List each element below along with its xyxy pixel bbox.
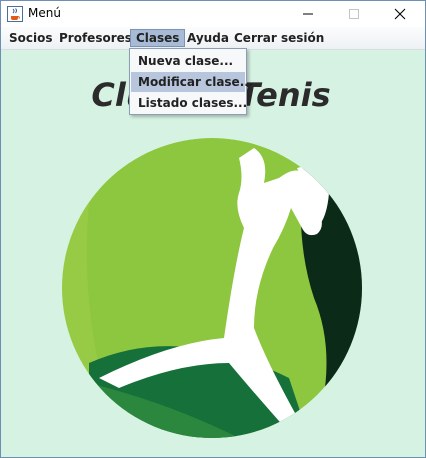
menu-ayuda[interactable]: Ayuda bbox=[182, 29, 234, 47]
minimize-icon bbox=[303, 13, 313, 15]
menu-item-nueva-clase[interactable]: Nueva clase... bbox=[131, 51, 245, 71]
menu-clases[interactable]: Clases bbox=[130, 29, 186, 47]
clases-dropdown-menu: Nueva clase... Modificar clase... Listad… bbox=[129, 48, 253, 115]
title-bar[interactable]: Menú bbox=[1, 1, 425, 27]
maximize-button[interactable] bbox=[331, 1, 377, 27]
menu-socios[interactable]: Socios bbox=[4, 29, 58, 47]
maximize-icon bbox=[349, 9, 359, 19]
menu-item-listado-clases[interactable]: Listado clases... bbox=[131, 93, 247, 113]
app-window: Menú Socios Profesores Clases Ayuda Cerr… bbox=[0, 0, 426, 458]
menu-cerrar-sesion[interactable]: Cerrar sesión bbox=[229, 29, 329, 47]
window-title: Menú bbox=[28, 6, 61, 20]
minimize-button[interactable] bbox=[285, 1, 331, 27]
menu-profesores[interactable]: Profesores bbox=[54, 29, 137, 47]
java-coffee-icon bbox=[7, 6, 23, 22]
menu-bar: Socios Profesores Clases Ayuda Cerrar se… bbox=[1, 27, 425, 50]
close-button[interactable] bbox=[377, 1, 423, 27]
tennis-player-logo bbox=[62, 138, 362, 438]
menu-item-modificar-clase[interactable]: Modificar clase... bbox=[131, 72, 253, 92]
close-icon bbox=[394, 8, 406, 20]
